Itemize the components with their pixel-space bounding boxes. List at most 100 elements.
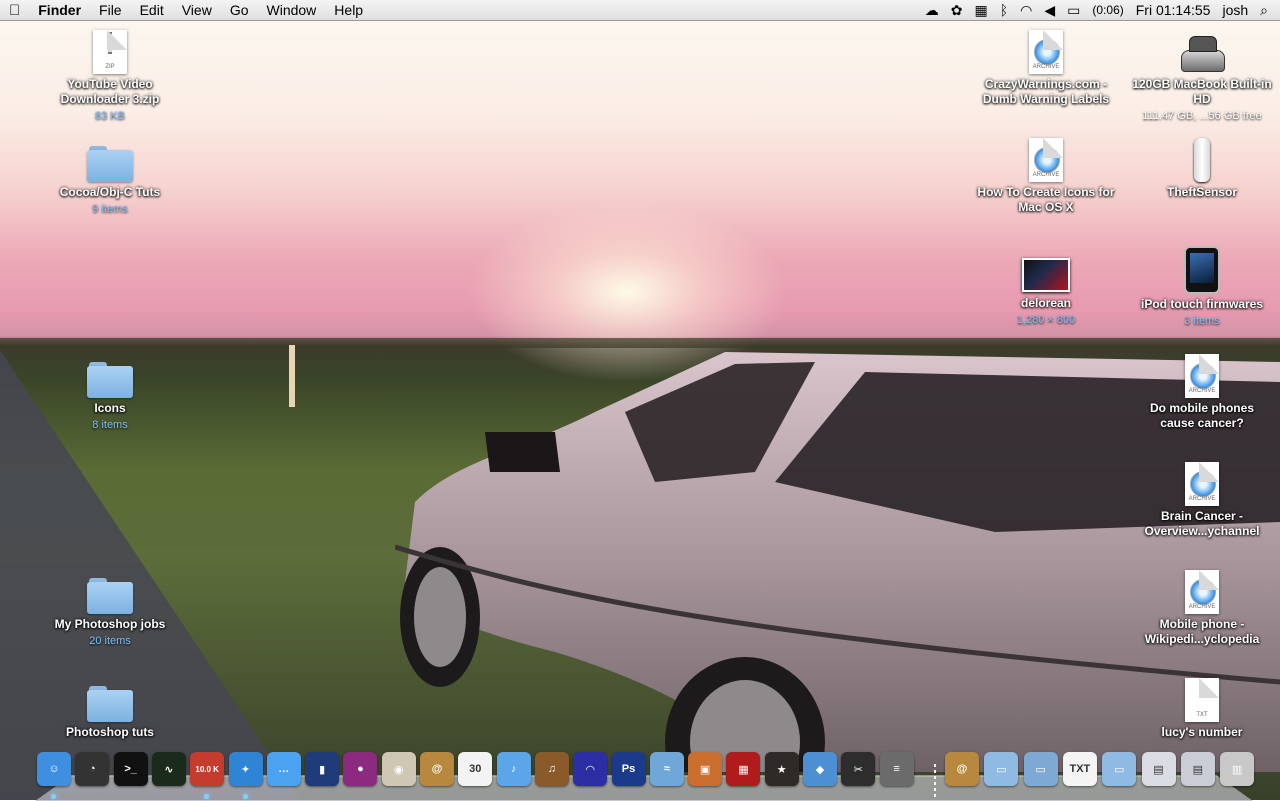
- clock[interactable]: Fri 01:14:55: [1130, 0, 1217, 21]
- imovie-glyph: ★: [776, 763, 787, 776]
- app-menu-finder[interactable]: Finder: [29, 0, 90, 21]
- menu-view[interactable]: View: [173, 0, 221, 21]
- clapper-glyph: ✂: [853, 763, 863, 776]
- volume-icon[interactable]: ◀: [1038, 0, 1061, 21]
- spotlight-search-icon[interactable]: ⌕: [1254, 0, 1280, 21]
- fish-icon[interactable]: ≈: [649, 752, 684, 786]
- activity-monitor-icon[interactable]: ∿: [151, 752, 186, 786]
- window-clip-glyph: ▤: [1192, 763, 1203, 776]
- books-icon[interactable]: ≡: [879, 752, 914, 786]
- dashboard-icon[interactable]: ◔: [75, 752, 110, 786]
- bluetooth-icon[interactable]: ᛒ: [994, 0, 1014, 21]
- audacity-icon[interactable]: ◠: [573, 752, 608, 786]
- downloads-stack-glyph: ▭: [1113, 763, 1125, 776]
- desktop-icon-crazywarnings[interactable]: ARCHIVE CrazyWarnings.com - Dumb Warning…: [976, 30, 1116, 107]
- photo-booth-icon[interactable]: ▦: [726, 752, 761, 786]
- imovie-icon[interactable]: ★: [764, 752, 799, 786]
- menu-help[interactable]: Help: [325, 0, 372, 21]
- iphoto-glyph: ▣: [699, 763, 711, 776]
- dock-address-folder-icon[interactable]: @: [945, 752, 979, 786]
- trash-icon[interactable]: ▥: [1220, 752, 1255, 786]
- cpu-meter-icon[interactable]: 10.0 K: [190, 752, 225, 786]
- garageband-icon[interactable]: ♫: [534, 752, 569, 786]
- photo-booth-glyph: ▦: [738, 763, 749, 776]
- desktop-icon-photoshop-jobs[interactable]: My Photoshop jobs 20 items: [40, 576, 180, 648]
- menu-file[interactable]: File: [90, 0, 131, 21]
- finder-icon[interactable]: ☺: [37, 752, 71, 786]
- desktop-icon-delorean[interactable]: delorean 1,280 × 800: [976, 254, 1116, 327]
- documents-stack-icon[interactable]: ▭: [984, 752, 1019, 786]
- battery-icon[interactable]: ▭: [1061, 0, 1086, 21]
- horizon-field: [0, 338, 1280, 348]
- pages-glyph: ◆: [815, 763, 825, 776]
- clapper-icon[interactable]: ✂: [841, 752, 876, 786]
- address-book-glyph: @: [431, 763, 443, 775]
- desktop-icon-youtube-zip[interactable]: ZIP YouTube Video Downloader 3.zip 83 KB: [40, 30, 180, 123]
- applications-stack-glyph: ▭: [1035, 763, 1046, 776]
- desktop-icon-theftsensor[interactable]: TheftSensor: [1132, 138, 1272, 200]
- dock: ☺ ◔ >_ ∿ 10.0 K ✦ … ▮ ● ◉ @30 ♪ ♫ ◠ Ps ≈ ▣ ▦ ★ ◆ ✂ ≡ @ ▭ ▭ TXT ▭ ▤ ▤…: [35, 750, 1255, 801]
- fish-glyph: ≈: [663, 763, 670, 775]
- menu-edit[interactable]: Edit: [131, 0, 173, 21]
- webarchive-icon: ARCHIVE: [1029, 138, 1063, 182]
- icon-label: Photoshop tuts: [66, 725, 154, 739]
- cpu-meter-glyph: 10.0 K: [195, 764, 219, 774]
- icon-label: 120GB MacBook Built-in HD: [1132, 77, 1272, 106]
- wifi-icon[interactable]: ◠: [1014, 0, 1038, 21]
- audacity-glyph: ◠: [585, 763, 595, 776]
- ical-glyph: 30: [469, 763, 482, 775]
- pages-icon[interactable]: ◆: [803, 752, 837, 786]
- desktop-icon-cocoa-tuts[interactable]: Cocoa/Obj-C Tuts 9 items: [40, 144, 180, 216]
- icon-label: TheftSensor: [1166, 185, 1237, 199]
- desktop-icon-photoshop-tuts[interactable]: Photoshop tuts: [40, 684, 180, 740]
- user-menu[interactable]: josh: [1216, 0, 1254, 21]
- folder-icon: [87, 684, 133, 722]
- photoshop-icon[interactable]: Ps: [611, 752, 646, 786]
- address-book-icon[interactable]: @: [420, 752, 454, 786]
- webarchive-icon: ARCHIVE: [1185, 570, 1219, 614]
- ical-icon[interactable]: 30: [458, 752, 493, 786]
- running-indicator: [51, 794, 56, 799]
- terminal-glyph: >_: [124, 763, 137, 775]
- ichat-glyph: …: [278, 763, 290, 775]
- iphoto-icon[interactable]: ▣: [688, 752, 723, 786]
- downloads-stack-icon[interactable]: ▭: [1102, 752, 1137, 786]
- ichat-icon[interactable]: …: [266, 752, 301, 786]
- safari-glyph: ✦: [240, 763, 251, 776]
- running-indicator: [242, 794, 248, 799]
- desktop-icon-brain-cancer[interactable]: ARCHIVE Brain Cancer - Overview...ychann…: [1132, 462, 1272, 539]
- trash-glyph: ▥: [1231, 763, 1243, 776]
- desktop-icon-mobile-phone-wiki[interactable]: ARCHIVE Mobile phone - Wikipedi...yclope…: [1132, 570, 1272, 647]
- itunes-icon[interactable]: ♪: [496, 752, 531, 786]
- txt-stack-icon[interactable]: TXT: [1062, 752, 1097, 786]
- spaces-icon[interactable]: ▦: [969, 0, 994, 21]
- icon-label: CrazyWarnings.com - Dumb Warning Labels: [982, 77, 1110, 106]
- desktop-icon-mobile-cancer[interactable]: ARCHIVE Do mobile phones cause cancer?: [1132, 354, 1272, 431]
- desktop-icon-macbook-hd[interactable]: 120GB MacBook Built-in HD 111.47 GB, ...…: [1132, 30, 1272, 123]
- folder-icon: [87, 360, 133, 398]
- finder-glyph: ☺: [48, 763, 60, 775]
- dock-separator[interactable]: [934, 764, 936, 798]
- preview-glyph: ◉: [393, 763, 404, 776]
- menu-go[interactable]: Go: [221, 0, 258, 21]
- apple-menu-icon[interactable]: : [0, 0, 29, 21]
- dock-address-folder-glyph: @: [956, 763, 968, 775]
- paw-icon[interactable]: ✿: [945, 0, 969, 21]
- preview-icon[interactable]: ◉: [381, 752, 416, 786]
- desktop-icon-ipod-firmwares[interactable]: iPod touch firmwares 3 items: [1132, 246, 1272, 328]
- desktop-icon-icons[interactable]: Icons 8 items: [40, 360, 180, 432]
- desktop-icon-create-icons[interactable]: ARCHIVE How To Create Icons for Mac OS X: [976, 138, 1116, 215]
- safari-icon[interactable]: ✦: [228, 752, 263, 786]
- applications-stack-icon[interactable]: ▭: [1023, 752, 1058, 786]
- web-clip-icon[interactable]: ▤: [1141, 752, 1176, 786]
- cloud-icon[interactable]: ☁: [919, 0, 945, 21]
- tardis-icon[interactable]: ▮: [305, 752, 340, 786]
- terminal-icon[interactable]: >_: [113, 752, 148, 786]
- desktop-icon-lucys-number[interactable]: TXT lucy's number: [1132, 678, 1272, 740]
- menu-window[interactable]: Window: [258, 0, 326, 21]
- orb-icon[interactable]: ●: [343, 752, 378, 786]
- window-clip-icon[interactable]: ▤: [1180, 752, 1215, 786]
- battery-time[interactable]: (0:06): [1086, 0, 1129, 21]
- icon-info: 20 items: [89, 635, 131, 647]
- icon-info: 3 items: [1184, 315, 1220, 327]
